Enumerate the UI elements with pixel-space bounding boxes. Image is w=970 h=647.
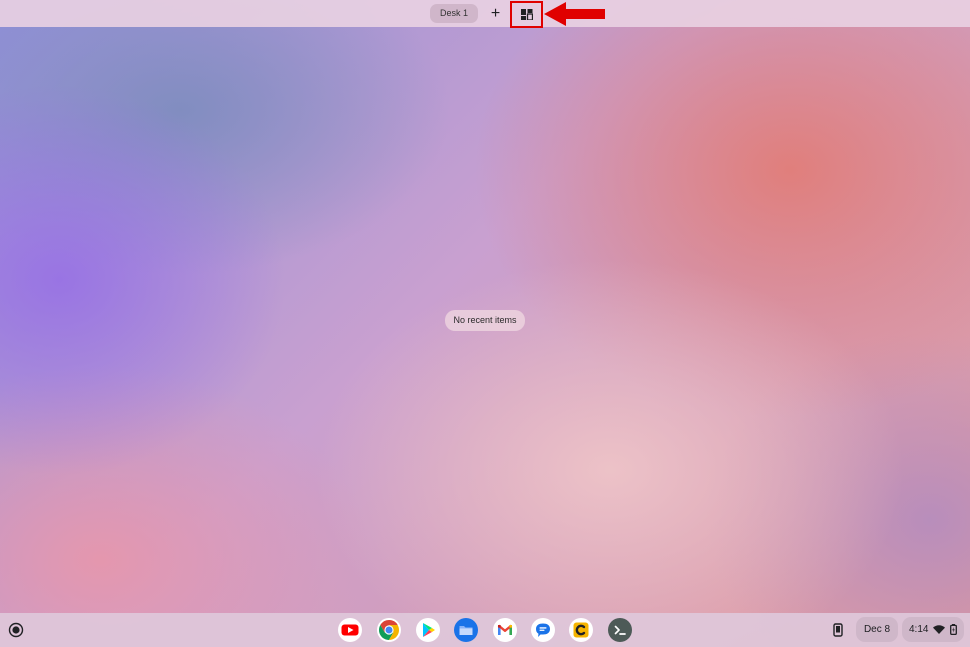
phone-icon [833,623,843,637]
caret-app-icon[interactable] [569,618,593,642]
battery-icon [950,624,957,635]
files-app-icon[interactable] [454,618,478,642]
desk-1-button[interactable]: Desk 1 [430,4,478,23]
play-store-app-icon[interactable] [416,618,440,642]
no-recent-items-label: No recent items [445,310,525,331]
annotation-arrow-icon [544,2,605,26]
shelf: Dec 8 4:14 [0,613,970,647]
new-desk-button[interactable]: + [487,5,504,22]
desk-bar: Desk 1 + [0,0,970,28]
gmail-app-icon[interactable] [493,618,517,642]
desk-templates-icon [521,9,533,20]
status-tray-button[interactable]: 4:14 [902,617,964,642]
messages-app-icon[interactable] [531,618,555,642]
wifi-icon [933,625,945,634]
desk-templates-button[interactable] [510,1,543,28]
youtube-app-icon[interactable] [338,618,362,642]
chrome-app-icon[interactable] [377,618,401,642]
clock-time: 4:14 [909,624,929,635]
date-tray-button[interactable]: Dec 8 [856,617,898,642]
phone-hub-button[interactable] [827,618,849,642]
launcher-button[interactable] [8,622,24,638]
desktop: Desk 1 + No recent items Dec 8 4:14 [0,0,970,647]
terminal-app-icon[interactable] [608,618,632,642]
